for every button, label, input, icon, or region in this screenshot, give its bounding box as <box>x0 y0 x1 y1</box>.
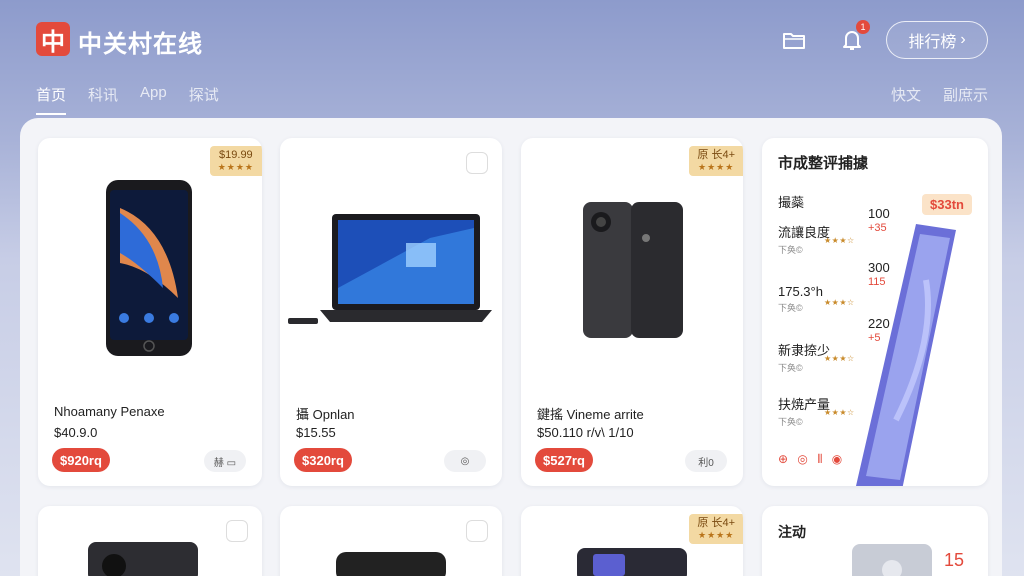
product-price: $15.55 <box>296 425 336 440</box>
product-name[interactable]: Nhoamany Penaxe <box>54 404 165 419</box>
rating-stars: ★★★☆ <box>824 298 855 307</box>
price-tag-text: 原 长4+ <box>697 149 735 161</box>
share-icons[interactable]: ⊕ ◎ ⦀ ◉ <box>778 452 845 467</box>
product-price: $40.9.0 <box>54 425 98 440</box>
product-card[interactable]: 原 长4+ ★★★★ <box>521 506 743 576</box>
sale-price-pill[interactable]: $320rq <box>294 448 352 472</box>
rating-stars: ★★★☆ <box>824 354 855 363</box>
notification-badge: 1 <box>856 20 870 34</box>
compare-icon[interactable] <box>466 520 488 542</box>
phone-image <box>106 180 192 356</box>
rating-stars: ★★★☆ <box>824 408 855 417</box>
tab-news[interactable]: 科讯 <box>88 84 118 105</box>
product-card[interactable]: $19.99 ★★★★ Nhoamany Penaxe $40.9.0 $920… <box>38 138 262 486</box>
tab-more[interactable]: 副庶示 <box>943 84 988 105</box>
brand-title: 中关村在线 <box>78 31 203 58</box>
price-tag-text: 原 长4+ <box>697 517 735 529</box>
sale-price-pill[interactable]: $527rq <box>535 448 593 472</box>
product-card[interactable]: 攝 Opnlan $15.55 $320rq ◎ <box>280 138 502 486</box>
main-tabs: 首页 科讯 App 探试 <box>36 84 219 115</box>
device-image <box>852 544 932 576</box>
product-card[interactable] <box>38 506 262 576</box>
ranking-score: 100 <box>868 206 890 221</box>
rating-stars: ★★★☆ <box>824 236 855 245</box>
rating-stars: ★★★★ <box>698 530 735 540</box>
product-price: $50.110 r/v\ 1/10 <box>537 425 634 440</box>
product-card[interactable]: 原 长4+ ★★★★ 鍵搖 Vineme arrite $50.110 r/v\… <box>521 138 743 486</box>
card-count: 15 <box>943 550 964 570</box>
info-card[interactable]: 注动 15 <box>762 506 988 576</box>
tab-home[interactable]: 首页 <box>36 84 67 115</box>
laptop-image <box>288 214 492 324</box>
ranking-price-tag: $33tn <box>922 194 972 215</box>
tab-app[interactable]: App <box>140 84 167 105</box>
ranking-card: 市成整评捕據 撮蘂 $33tn 流讓良度 下奂© ★★★☆ 100 +35 17… <box>762 138 988 486</box>
logo[interactable]: 中 <box>36 22 70 56</box>
folder-icon[interactable] <box>780 26 808 54</box>
compare-button[interactable]: 利0 <box>685 450 727 472</box>
compare-button[interactable]: 赫 ▭ <box>204 450 246 472</box>
price-tag: 原 长4+ ★★★★ <box>689 514 743 544</box>
tab-review[interactable]: 探试 <box>189 84 219 105</box>
rank-button-label: 排行榜 <box>908 34 957 51</box>
phone-image <box>856 224 956 486</box>
phone-image <box>583 202 683 338</box>
camera-phone-image <box>88 542 198 576</box>
top-header: 中 中关村在线 1 排行榜 › 首页 科讯 App 探试 快文 副庶示 <box>0 0 1024 120</box>
device-image <box>577 548 687 576</box>
tab-quick[interactable]: 快文 <box>891 84 921 105</box>
price-tag-text: $19.99 <box>219 149 253 161</box>
product-name[interactable]: 鍵搖 Vineme arrite <box>537 404 644 423</box>
chevron-right-icon: › <box>960 31 966 48</box>
ranking-title: 市成整评捕據 <box>778 155 869 172</box>
sale-price-pill[interactable]: $920rq <box>52 448 110 472</box>
ranking-subtitle: 撮蘂 <box>778 195 805 210</box>
compare-button[interactable]: ◎ <box>444 450 486 472</box>
secondary-tabs: 快文 副庶示 <box>891 84 988 105</box>
product-card[interactable] <box>280 506 502 576</box>
compare-icon[interactable] <box>226 520 248 542</box>
bell-icon[interactable]: 1 <box>838 20 870 54</box>
rank-button[interactable]: 排行榜 › <box>886 21 988 59</box>
product-name[interactable]: 攝 Opnlan <box>296 404 355 423</box>
card-title: 注动 <box>778 524 806 540</box>
device-image <box>336 552 446 576</box>
